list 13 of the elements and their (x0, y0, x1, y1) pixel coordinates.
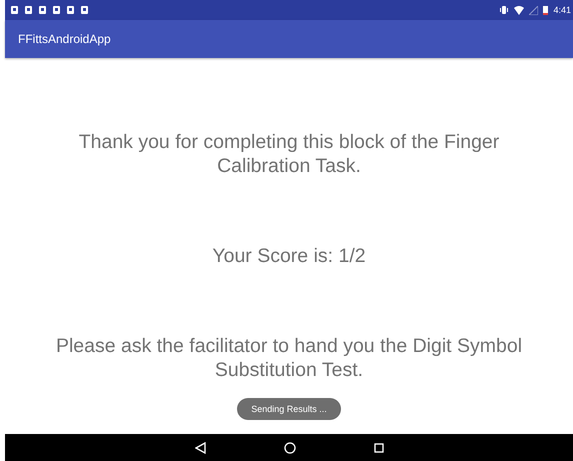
message-text: Your Score is: 1/2 (212, 244, 366, 268)
app-title: FFittsAndroidApp (18, 32, 111, 46)
wifi-icon (514, 6, 524, 14)
toast-message: Sending Results ... (237, 398, 341, 420)
home-icon[interactable] (284, 442, 296, 454)
back-icon[interactable] (194, 442, 206, 454)
message-text: Thank you for completing this block of the Finger Calibration Task. (78, 130, 500, 178)
vibrate-icon (499, 5, 510, 15)
signal-icon (529, 6, 538, 14)
battery-icon (543, 5, 548, 15)
recents-icon[interactable] (374, 442, 384, 452)
message-text: Please ask the facilitator to hand you the Digit Symbol Substitution Test. (54, 334, 524, 382)
clock-time: 4:41 (553, 5, 571, 15)
